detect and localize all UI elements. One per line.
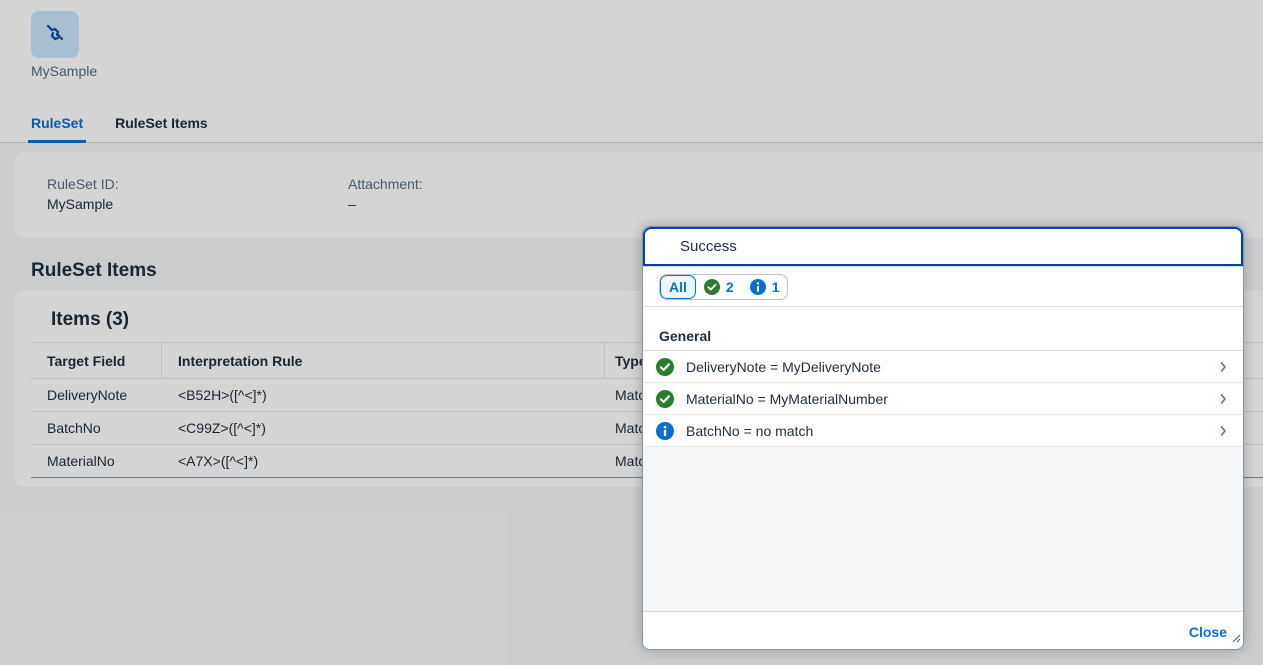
resize-handle-icon[interactable] [1231,630,1241,648]
popover-footer: Close [643,611,1243,649]
chevron-right-icon [1219,392,1227,408]
info-circle-icon [656,421,674,440]
check-circle-icon [656,357,674,376]
message-popover: Success All 2 1 General DeliveryNote = M… [642,226,1244,650]
chevron-right-icon [1219,360,1227,376]
list-item[interactable]: DeliveryNote = MyDeliveryNote [643,351,1243,383]
message-list: DeliveryNote = MyDeliveryNote MaterialNo… [643,351,1243,447]
message-text: BatchNo = no match [686,422,814,439]
check-circle-icon [656,389,674,408]
popover-title: Success [643,227,1243,266]
filter-information-count: 1 [771,279,780,295]
filter-all-button[interactable]: All [660,275,696,299]
filter-information-button[interactable]: 1 [742,275,788,299]
message-group-header: General [643,307,1243,351]
close-button[interactable]: Close [1189,624,1227,640]
message-text: MaterialNo = MyMaterialNumber [686,390,888,407]
filter-success-count: 2 [725,279,734,295]
info-circle-icon [749,279,766,295]
popover-content: General DeliveryNote = MyDeliveryNote Ma… [643,307,1243,611]
message-filter-segmented: All 2 1 [659,274,789,300]
chevron-right-icon [1219,424,1227,440]
filter-all-label: All [669,279,687,295]
filter-success-button[interactable]: 2 [696,275,742,299]
check-circle-icon [703,279,720,295]
list-item[interactable]: MaterialNo = MyMaterialNumber [643,383,1243,415]
list-item[interactable]: BatchNo = no match [643,415,1243,447]
message-text: DeliveryNote = MyDeliveryNote [686,358,881,375]
popover-filter-toolbar: All 2 1 [643,266,1243,307]
